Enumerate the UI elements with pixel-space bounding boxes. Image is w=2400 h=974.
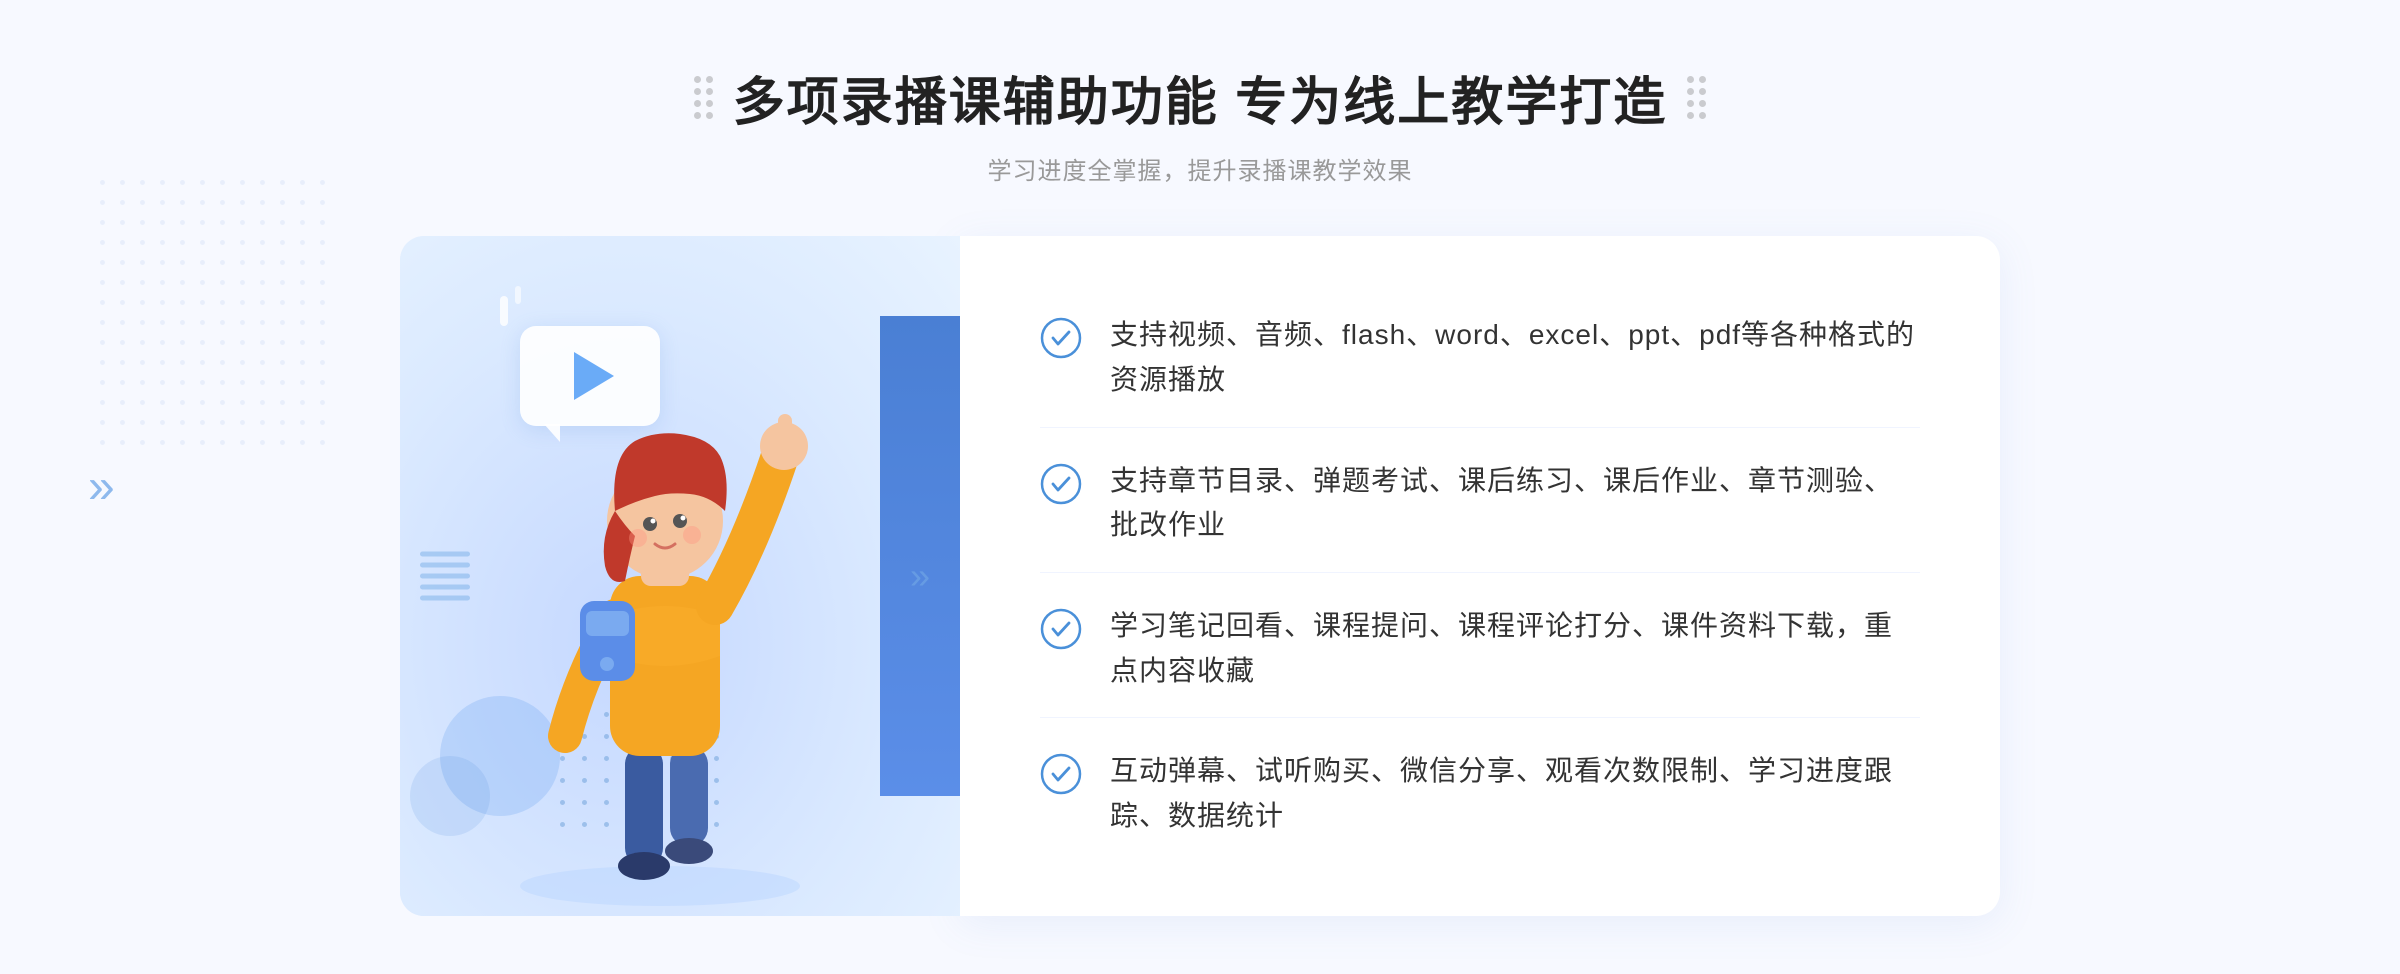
check-icon-4: [1040, 753, 1082, 795]
double-chevron-icon: »: [910, 555, 930, 597]
feature-text-3: 学习笔记回看、课程提问、课程评论打分、课件资料下载，重点内容收藏: [1110, 604, 1920, 694]
header-section: 多项录播课辅助功能 专为线上教学打造 学习进度全掌握，提升录播课教学效果: [694, 60, 1706, 186]
features-panel: 支持视频、音频、flash、word、excel、ppt、pdf等各种格式的资源…: [960, 236, 2000, 916]
feature-text-1: 支持视频、音频、flash、word、excel、ppt、pdf等各种格式的资源…: [1110, 313, 1920, 403]
feature-text-4: 互动弹幕、试听购买、微信分享、观看次数限制、学习进度跟踪、数据统计: [1110, 749, 1920, 839]
title-row: 多项录播课辅助功能 专为线上教学打造: [694, 60, 1706, 135]
page-subtitle: 学习进度全掌握，提升录播课教学效果: [987, 151, 1412, 186]
illustration-panel: »: [400, 236, 960, 916]
feature-item-3: 学习笔记回看、课程提问、课程评论打分、课件资料下载，重点内容收藏: [1040, 580, 1920, 719]
feature-item-1: 支持视频、音频、flash、word、excel、ppt、pdf等各种格式的资源…: [1040, 289, 1920, 428]
title-left-dots: [694, 76, 713, 119]
page-title: 多项录播课辅助功能 专为线上教学打造: [733, 60, 1667, 135]
figure-illustration: [470, 356, 850, 916]
light-beam-1: [500, 296, 508, 326]
check-icon-1: [1040, 317, 1082, 359]
feature-text-2: 支持章节目录、弹题考试、课后练习、课后作业、章节测验、批改作业: [1110, 459, 1920, 549]
feature-item-4: 互动弹幕、试听购买、微信分享、观看次数限制、学习进度跟踪、数据统计: [1040, 725, 1920, 863]
stripe-decoration: [420, 552, 470, 601]
left-chevron-icon: »: [88, 460, 115, 515]
main-content: »: [400, 236, 2000, 916]
page-container: // Will be generated by JS below » 多项录播课…: [0, 0, 2400, 974]
light-beam-2: [515, 286, 521, 304]
feature-item-2: 支持章节目录、弹题考试、课后练习、课后作业、章节测验、批改作业: [1040, 435, 1920, 574]
check-icon-3: [1040, 608, 1082, 650]
title-right-dots: [1687, 76, 1706, 119]
check-icon-2: [1040, 463, 1082, 505]
